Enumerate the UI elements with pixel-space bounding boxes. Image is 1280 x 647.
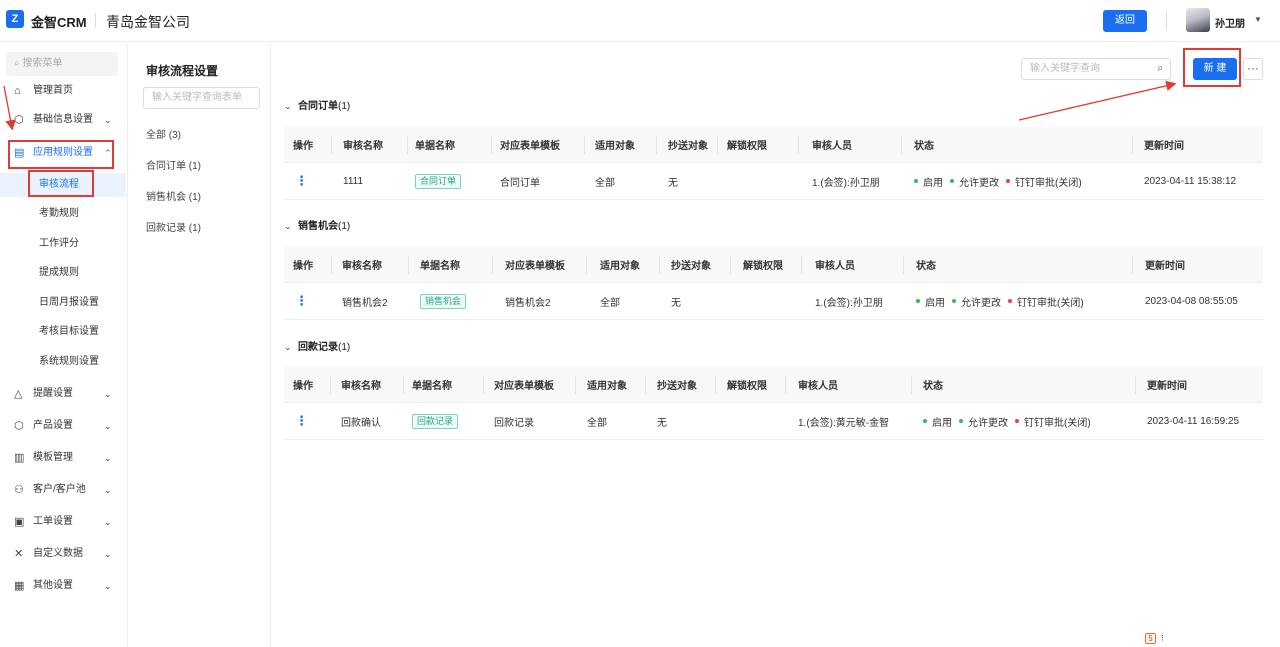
row-actions-icon[interactable]: ⋮	[295, 163, 308, 199]
table-row: ⋮ 销售机会2 销售机会 销售机会2 全部 无 1.(会签):孙卫朋 启用 允许…	[284, 283, 1263, 320]
chevron-down-icon: ⌄	[284, 221, 292, 231]
logo-icon: Z	[6, 10, 24, 28]
template-icon: ▥	[14, 452, 25, 464]
annotation-box-new-button	[1183, 48, 1241, 87]
table-row: ⋮ 回款确认 回款记录 回款记录 全部 无 1.(会签):黄元敏-金智 启用 允…	[284, 403, 1263, 440]
more-options-button[interactable]: ···	[1243, 58, 1263, 80]
sidebar-sub-attendance[interactable]: 考勤规则	[0, 202, 126, 226]
status-group: 启用 允许更改 钉钉审批(关闭)	[916, 283, 1091, 319]
filter-opportunity[interactable]: 销售机会 (1)	[146, 188, 201, 203]
sidebar-item-customers[interactable]: ⚇ 客户/客户池 ⌄	[0, 479, 128, 501]
dropdown-caret-icon[interactable]: ⁝	[1161, 633, 1164, 644]
sidebar-sub-commission[interactable]: 提成规则	[0, 261, 126, 285]
ticket-icon: ▣	[14, 516, 25, 528]
section-contract-title[interactable]: ⌄ 合同订单(1)	[284, 97, 350, 112]
sidebar: ⌕ 搜索菜单 ⌂ 管理首页 ⬡ 基础信息设置 ⌄ ▤ 应用规则设置 ⌃ 审核流程…	[0, 43, 128, 647]
package-icon: ⬡	[14, 420, 24, 432]
chevron-down-icon: ⌄	[104, 485, 112, 495]
status-dot-icon	[916, 299, 920, 303]
user-menu-caret-icon[interactable]: ▼	[1254, 15, 1262, 24]
chevron-down-icon: ⌄	[104, 517, 112, 527]
row-actions-icon[interactable]: ⋮	[295, 283, 308, 319]
app-name: 金智CRM	[31, 15, 87, 30]
users-icon: ⚇	[14, 484, 24, 496]
status-dot-icon	[950, 179, 954, 183]
sidebar-item-home[interactable]: ⌂ 管理首页	[0, 80, 128, 102]
chevron-down-icon: ⌄	[104, 581, 112, 591]
cube-icon: ⬡	[14, 114, 24, 126]
sidebar-sub-targets[interactable]: 考核目标设置	[0, 320, 126, 344]
chevron-down-icon: ⌄	[284, 101, 292, 111]
table-row: ⋮ 1111 合同订单 合同订单 全部 无 1.(会签):孙卫朋 启用 允许更改…	[284, 163, 1263, 200]
status-dot-icon	[1015, 419, 1019, 423]
chevron-down-icon: ⌄	[104, 421, 112, 431]
sidebar-item-tickets[interactable]: ▣ 工单设置 ⌄	[0, 511, 128, 533]
sidebar-sub-work-score[interactable]: 工作评分	[0, 232, 126, 256]
table-header: 操作 审核名称 单据名称 对应表单模板 适用对象 抄送对象 解锁权限 审核人员 …	[284, 247, 1263, 283]
sidebar-item-other[interactable]: ▦ 其他设置 ⌄	[0, 575, 128, 597]
status-group: 启用 允许更改 钉钉审批(关闭)	[923, 403, 1098, 439]
sidebar-item-templates[interactable]: ▥ 模板管理 ⌄	[0, 447, 128, 469]
status-dot-icon	[952, 299, 956, 303]
section-payment-title[interactable]: ⌄ 回款记录(1)	[284, 338, 350, 353]
back-button[interactable]: 返回	[1103, 10, 1147, 32]
form-search-input[interactable]: 输入关键字查询表单	[143, 87, 260, 109]
html5-icon[interactable]: 5	[1145, 633, 1156, 644]
header-separator	[1166, 12, 1167, 30]
status-dot-icon	[1006, 179, 1010, 183]
main-search-input[interactable]: 输入关键字查询 ⌕	[1021, 58, 1171, 80]
status-dot-icon	[1008, 299, 1012, 303]
chevron-down-icon: ⌄	[104, 549, 112, 559]
tools-icon: ✕	[14, 548, 24, 560]
row-actions-icon[interactable]: ⋮	[295, 403, 308, 439]
status-dot-icon	[959, 419, 963, 423]
doc-type-badge: 销售机会	[420, 293, 467, 309]
chevron-down-icon: ⌄	[284, 342, 292, 352]
annotation-box-approval-flow	[28, 170, 94, 197]
doc-type-badge: 回款记录	[412, 413, 459, 429]
annotation-box-app-rules	[8, 140, 114, 169]
chevron-down-icon: ⌄	[104, 453, 112, 463]
sidebar-sub-system-rules[interactable]: 系统规则设置	[0, 350, 126, 374]
sidebar-search-input[interactable]: ⌕ 搜索菜单	[6, 52, 118, 76]
grid-icon: ▦	[14, 580, 25, 592]
filter-payment[interactable]: 回款记录 (1)	[146, 219, 201, 234]
form-list-pane: 输入关键字查询表单 全部 (3) 合同订单 (1) 销售机会 (1) 回款记录 …	[129, 43, 271, 647]
sidebar-item-custom-data[interactable]: ✕ 自定义数据 ⌄	[0, 543, 128, 565]
sidebar-item-products[interactable]: ⬡ 产品设置 ⌄	[0, 415, 128, 437]
home-icon: ⌂	[14, 85, 21, 97]
filter-contract[interactable]: 合同订单 (1)	[146, 157, 201, 172]
chevron-down-icon: ⌄	[104, 389, 112, 399]
filter-all[interactable]: 全部 (3)	[146, 126, 181, 141]
sidebar-item-basic-info[interactable]: ⬡ 基础信息设置 ⌄	[0, 109, 128, 131]
header-divider	[95, 13, 96, 28]
table-header: 操作 审核名称 单据名称 对应表单模板 适用对象 抄送对象 解锁权限 审核人员 …	[284, 127, 1263, 163]
search-icon[interactable]: ⌕	[1157, 59, 1163, 79]
arrow-to-new-button	[1018, 80, 1177, 121]
top-bar: Z 金智CRM 青岛金智公司 返回 孙卫朋 ▼	[0, 0, 1280, 42]
company-name: 青岛金智公司	[106, 14, 190, 30]
doc-type-badge: 合同订单	[415, 173, 462, 189]
sidebar-item-reminders[interactable]: △ 提醒设置 ⌄	[0, 383, 128, 405]
bell-icon: △	[14, 388, 23, 400]
status-group: 启用 允许更改 钉钉审批(关闭)	[914, 163, 1089, 199]
username[interactable]: 孙卫朋	[1215, 15, 1245, 30]
section-opportunity-title[interactable]: ⌄ 销售机会(1)	[284, 217, 350, 232]
avatar[interactable]	[1186, 8, 1210, 32]
status-dot-icon	[914, 179, 918, 183]
table-header: 操作 审核名称 单据名称 对应表单模板 适用对象 抄送对象 解锁权限 审核人员 …	[284, 367, 1263, 403]
chevron-down-icon: ⌄	[104, 115, 112, 125]
sidebar-sub-reports[interactable]: 日周月报设置	[0, 291, 126, 315]
status-dot-icon	[923, 419, 927, 423]
